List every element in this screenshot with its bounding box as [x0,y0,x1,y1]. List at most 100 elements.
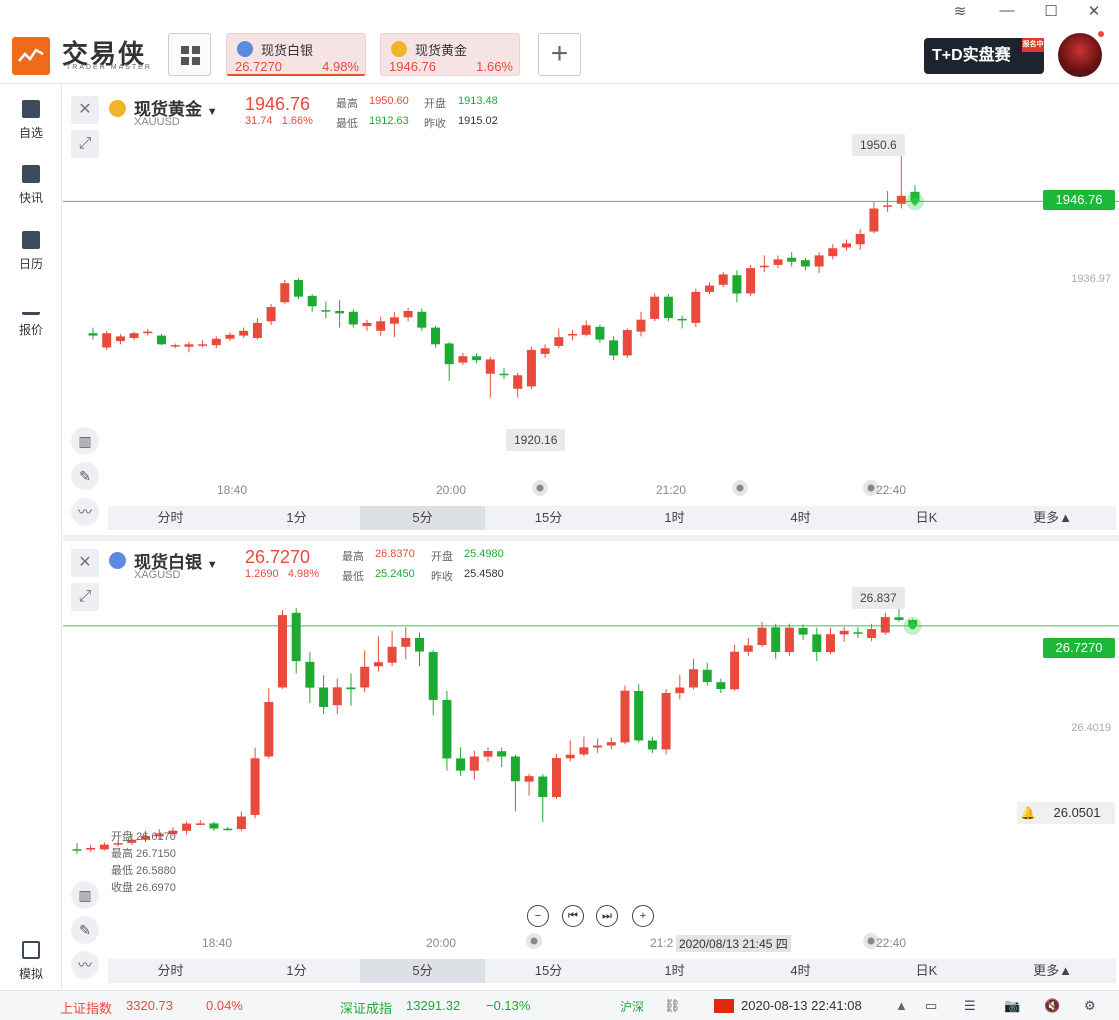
period-tab[interactable]: 1时 [612,959,737,983]
list-icon[interactable]: ☰ [964,998,976,1014]
tab-gold-name: 现货黄金 [415,43,468,58]
candle-body [691,291,701,323]
candle-body [321,310,331,312]
silver-current-price-tag: 26.7270 [1043,638,1115,658]
silver-ohlc-readout: 开盘 26.6170 最高 26.7150 最低 26.5880 收盘 26.6… [111,829,176,897]
candle-body [675,687,685,694]
bell-icon[interactable]: 🔔 [1017,802,1039,824]
camera-icon[interactable]: 📷 [1004,998,1020,1014]
screen-off-icon[interactable]: ▭ [925,998,937,1014]
period-tab[interactable]: 4时 [738,959,863,983]
mute-icon[interactable]: 🔇 [1044,998,1060,1014]
candle-body [661,692,671,750]
close-icon[interactable]: ✕ [1082,2,1106,22]
candle-body [746,268,756,294]
candle-body [869,208,879,232]
gold-candlestick-chart[interactable] [63,85,1119,510]
sh-index-label[interactable]: 上证指数 [60,998,112,1017]
tab-gold[interactable]: 现货黄金 1946.76 1.66% [380,33,520,76]
minimize-icon[interactable]: — [995,2,1019,22]
candle-body [497,751,507,757]
candle-body [883,205,893,207]
period-tab-active[interactable]: 5分 [360,959,485,983]
candle-body [606,742,616,746]
gold-max-tip: 1950.6 [852,134,905,156]
period-tab-more[interactable]: 更多▲ [990,506,1115,530]
period-tab[interactable]: 分时 [108,506,233,530]
zoom-out-icon[interactable]: − [527,905,549,927]
gold-period-bar: 分时 1分 5分 15分 1时 4时 日K 更多▲ [108,506,1116,530]
candle-body [86,847,96,850]
candle-body [499,373,509,376]
candle-body [634,691,644,741]
sidebar-item-simulate[interactable]: 模拟 [0,941,62,982]
period-tab[interactable]: 4时 [738,506,863,530]
candle-body [332,687,342,706]
candle-body [812,634,822,652]
layers-icon[interactable]: ≋ [948,2,972,22]
candle-body [798,628,808,635]
candle-body [129,333,139,338]
zoom-in-icon[interactable]: + [632,905,654,927]
silver-time-label: 21:2 [650,936,674,950]
gold-time-label: 18:40 [217,483,248,497]
sidebar-item-watchlist[interactable]: 自选 [0,100,62,141]
jump-start-icon[interactable]: ⏮ [562,905,584,927]
silver-time-label: 20:00 [426,936,457,950]
indicator-icon[interactable]: 〰 [71,951,99,979]
top-bar: 交易侠 TRADER MASTER 现货白银 26.7270 4.98% 现货黄… [0,0,1119,84]
period-tab[interactable]: 日K [864,506,989,530]
sidebar-item-label: 报价 [18,323,43,337]
candle-body [444,343,454,365]
silver-axis-label: 26.4019 [1071,722,1111,734]
maximize-icon[interactable]: ☐ [1039,2,1063,22]
silver-candlestick-chart[interactable] [63,541,1119,961]
sidebar-item-news[interactable]: 快讯 [0,165,62,206]
grid-icon [181,46,200,65]
link-icon[interactable]: ⛓ [664,998,681,1014]
promo-banner[interactable]: T+D实盘赛 报名中 [924,38,1044,74]
candle-body [403,310,413,318]
period-tab-active[interactable]: 5分 [360,506,485,530]
period-tab[interactable]: 1时 [612,506,737,530]
candle-body [730,651,740,690]
indicator-icon[interactable]: 〰 [71,498,99,526]
settings-icon[interactable]: ⚙ [1084,998,1096,1014]
ohlc-low: 最低 26.5880 [111,865,176,877]
sz-index-label[interactable]: 深证成指 [340,998,392,1017]
hk-connect-label[interactable]: 沪深 [620,998,644,1015]
add-tab-button[interactable]: + [538,33,581,76]
candle-body [650,296,660,319]
candle-body [428,652,438,700]
candle-type-icon[interactable]: ▥ [71,427,99,455]
sidebar-item-quotes[interactable]: 报价 [0,297,62,338]
candle-type-icon[interactable]: ▥ [71,881,99,909]
tab-silver[interactable]: 现货白银 26.7270 4.98% [226,33,366,76]
period-tab[interactable]: 1分 [234,959,359,983]
candle-body [319,687,329,707]
jump-end-icon[interactable]: ⏭ [596,905,618,927]
candle-body [716,682,726,690]
period-tab[interactable]: 15分 [486,959,611,983]
quote-chart-icon [22,297,40,315]
pencil-icon[interactable]: ✎ [71,916,99,944]
avatar[interactable] [1058,33,1102,77]
pencil-icon[interactable]: ✎ [71,462,99,490]
candle-body [784,627,794,653]
candle-body [510,756,520,782]
chevron-up-icon[interactable]: ▲ [895,998,908,1013]
period-tab[interactable]: 日K [864,959,989,983]
period-tab[interactable]: 1分 [234,506,359,530]
silver-alert-price[interactable]: 26.0501 [1039,802,1115,824]
layout-grid-button[interactable] [168,33,211,76]
period-tab-more[interactable]: 更多▲ [990,959,1115,983]
candle-body [143,331,153,334]
candle-body [184,344,194,347]
candle-body [456,758,466,771]
period-tab[interactable]: 15分 [486,506,611,530]
candle-body [278,615,287,688]
candle-body [743,645,753,652]
candle-body [239,330,249,336]
sidebar-item-calendar[interactable]: 日历 [0,231,62,272]
period-tab[interactable]: 分时 [108,959,233,983]
